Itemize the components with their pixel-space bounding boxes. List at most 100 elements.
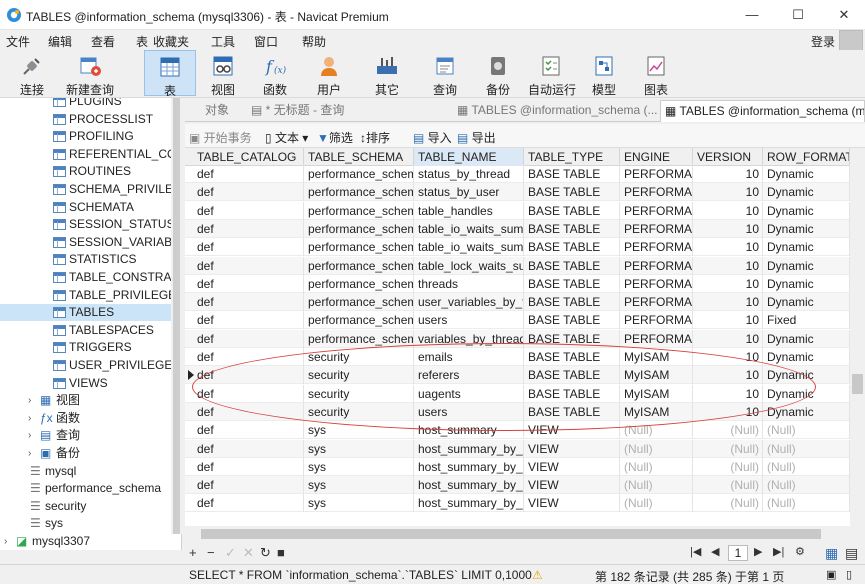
table-cell[interactable]: sys xyxy=(304,439,414,458)
table-cell[interactable]: (Null) xyxy=(620,421,693,440)
table-cell[interactable]: VIEW xyxy=(524,439,620,458)
table-cell[interactable]: (Null) xyxy=(763,476,850,495)
column-header[interactable]: TABLE_SCHEMA xyxy=(304,148,414,166)
tree-item-table[interactable]: VIEWS xyxy=(0,375,181,392)
status-view-icon-2[interactable]: ▯ xyxy=(846,568,852,581)
table-cell[interactable]: def xyxy=(193,293,304,312)
tab-objects[interactable]: 对象 xyxy=(185,100,245,122)
table-cell[interactable]: (Null) xyxy=(620,494,693,513)
table-cell[interactable]: BASE TABLE xyxy=(524,238,620,257)
table-cell[interactable]: PERFORMANC xyxy=(620,293,693,312)
table-cell[interactable]: performance_schem xyxy=(304,201,414,220)
tree-connection[interactable]: › ◪ mysql3307 xyxy=(0,533,181,550)
table-cell[interactable]: def xyxy=(193,165,304,183)
table-cell[interactable]: uagents xyxy=(414,384,524,403)
table-cell[interactable]: def xyxy=(193,439,304,458)
table-cell[interactable]: 10 xyxy=(693,384,763,403)
tree-item-table[interactable]: SCHEMA_PRIVILEG xyxy=(0,181,181,198)
begin-transaction-button[interactable]: ▣ 开始事务 xyxy=(189,129,252,146)
tree-item-table[interactable]: TABLES xyxy=(0,304,181,322)
table-cell[interactable]: users xyxy=(414,402,524,421)
table-cell[interactable]: PERFORMANC xyxy=(620,183,693,202)
column-header[interactable]: VERSION xyxy=(693,148,763,166)
table-row[interactable]: def performance_schem status_by_user BASE T… xyxy=(185,183,850,202)
table-cell[interactable]: 10 xyxy=(693,274,763,293)
table-cell[interactable]: (Null) xyxy=(620,457,693,476)
grid-hscroll-thumb[interactable] xyxy=(201,529,821,539)
table-cell[interactable]: BASE TABLE xyxy=(524,384,620,403)
table-cell[interactable]: BASE TABLE xyxy=(524,201,620,220)
table-cell[interactable]: def xyxy=(193,402,304,421)
table-cell[interactable]: (Null) xyxy=(693,494,763,513)
table-row[interactable]: def sys host_summary_by_st VIEW (Null) (Null)… xyxy=(185,476,850,495)
text-button[interactable]: ▯ 文本 ▾ xyxy=(265,129,308,146)
table-cell[interactable]: performance_schem xyxy=(304,238,414,257)
table-cell[interactable]: sys xyxy=(304,457,414,476)
delete-record-icon[interactable]: − xyxy=(207,545,215,560)
menu-table[interactable]: 表 xyxy=(136,33,148,50)
table-cell[interactable]: PERFORMANC xyxy=(620,238,693,257)
table-cell[interactable]: user_variables_by_th xyxy=(414,293,524,312)
table-cell[interactable]: def xyxy=(193,494,304,513)
page-number-input[interactable]: 1 xyxy=(728,545,748,561)
table-cell[interactable]: performance_schem xyxy=(304,256,414,275)
table-button[interactable]: 表 xyxy=(144,50,196,98)
tree-database[interactable]: ☰ sys xyxy=(0,515,181,532)
table-cell[interactable]: def xyxy=(193,256,304,275)
form-view-icon[interactable]: ▤ xyxy=(845,545,858,562)
tree-group-view[interactable]: › ▦ 视图 xyxy=(0,392,181,409)
view-button[interactable]: 视图 xyxy=(200,50,246,97)
table-cell[interactable]: performance_schem xyxy=(304,165,414,183)
minimize-button[interactable]: — xyxy=(736,2,768,28)
table-cell[interactable]: (Null) xyxy=(620,476,693,495)
tree-group-query[interactable]: › ▤ 查询 xyxy=(0,427,181,444)
table-cell[interactable]: table_lock_waits_sun xyxy=(414,256,524,275)
table-cell[interactable]: def xyxy=(193,311,304,330)
tree-item-table[interactable]: STATISTICS xyxy=(0,251,181,268)
table-cell[interactable]: Dynamic xyxy=(763,366,850,385)
table-cell[interactable]: performance_schem xyxy=(304,219,414,238)
table-cell[interactable]: BASE TABLE xyxy=(524,293,620,312)
table-cell[interactable]: BASE TABLE xyxy=(524,348,620,366)
refresh-icon[interactable]: ↻ xyxy=(260,545,271,561)
stop-icon[interactable]: ■ xyxy=(277,545,285,560)
chevron-right-icon[interactable]: › xyxy=(28,445,38,462)
table-cell[interactable]: PERFORMANC xyxy=(620,329,693,348)
tree-item-table[interactable]: TRIGGERS xyxy=(0,339,181,356)
table-cell[interactable]: performance_schem xyxy=(304,311,414,330)
table-cell[interactable]: Dynamic xyxy=(763,384,850,403)
table-cell[interactable]: 10 xyxy=(693,311,763,330)
table-row[interactable]: def security users BASE TABLE MyISAM 10 Dynami… xyxy=(185,402,850,421)
table-row[interactable]: def performance_schem table_io_waits_summ B… xyxy=(185,219,850,238)
table-cell[interactable]: def xyxy=(193,201,304,220)
table-row[interactable]: def sys host_summary_by_st VIEW (Null) (Null)… xyxy=(185,494,850,513)
table-cell[interactable]: 10 xyxy=(693,348,763,366)
tree-database[interactable]: ☰ mysql xyxy=(0,463,181,480)
table-row[interactable]: def performance_schem table_lock_waits_sun… xyxy=(185,256,850,275)
table-cell[interactable]: (Null) xyxy=(693,421,763,440)
table-cell[interactable]: 10 xyxy=(693,256,763,275)
table-row[interactable]: def performance_schem status_by_thread BASE… xyxy=(185,165,850,183)
chevron-right-icon[interactable]: › xyxy=(4,533,14,550)
table-row[interactable]: def performance_schem variables_by_thread B… xyxy=(185,329,850,348)
table-cell[interactable]: 10 xyxy=(693,219,763,238)
tree-item-table[interactable]: SCHEMATA xyxy=(0,199,181,216)
table-cell[interactable]: PERFORMANC xyxy=(620,219,693,238)
tree-group-backup[interactable]: › ▣ 备份 xyxy=(0,445,181,462)
next-page-icon[interactable]: ▶ xyxy=(754,545,762,558)
table-cell[interactable]: host_summary_by_st xyxy=(414,494,524,513)
table-cell[interactable]: BASE TABLE xyxy=(524,311,620,330)
table-cell[interactable]: def xyxy=(193,366,304,385)
table-cell[interactable]: def xyxy=(193,183,304,202)
table-row[interactable]: def performance_schem table_handles BASE TA… xyxy=(185,201,850,220)
tab-tables-2[interactable]: ▦ TABLES @information_schema (my xyxy=(660,100,865,122)
table-cell[interactable]: PERFORMANC xyxy=(620,311,693,330)
grid-horizontal-scrollbar[interactable] xyxy=(185,526,850,542)
grid-vscroll-thumb[interactable] xyxy=(852,374,863,394)
table-cell[interactable]: VIEW xyxy=(524,476,620,495)
table-cell[interactable]: referers xyxy=(414,366,524,385)
table-cell[interactable]: (Null) xyxy=(620,439,693,458)
table-cell[interactable]: def xyxy=(193,329,304,348)
table-cell[interactable]: Dynamic xyxy=(763,256,850,275)
table-cell[interactable]: 10 xyxy=(693,238,763,257)
